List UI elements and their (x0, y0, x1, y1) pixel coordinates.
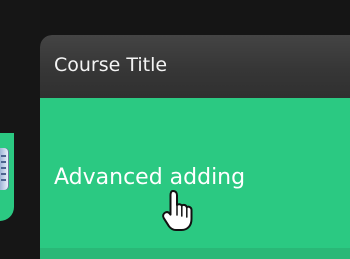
app-screen: Course Title Advanced adding (0, 0, 350, 259)
left-panel-lower (0, 221, 40, 259)
hand-pointer-icon (162, 190, 193, 231)
card-footer (40, 248, 350, 259)
course-item-link[interactable]: Advanced adding (54, 167, 245, 189)
card-header: Course Title (40, 35, 350, 98)
document-icon[interactable] (0, 148, 8, 190)
course-title: Course Title (54, 54, 168, 76)
